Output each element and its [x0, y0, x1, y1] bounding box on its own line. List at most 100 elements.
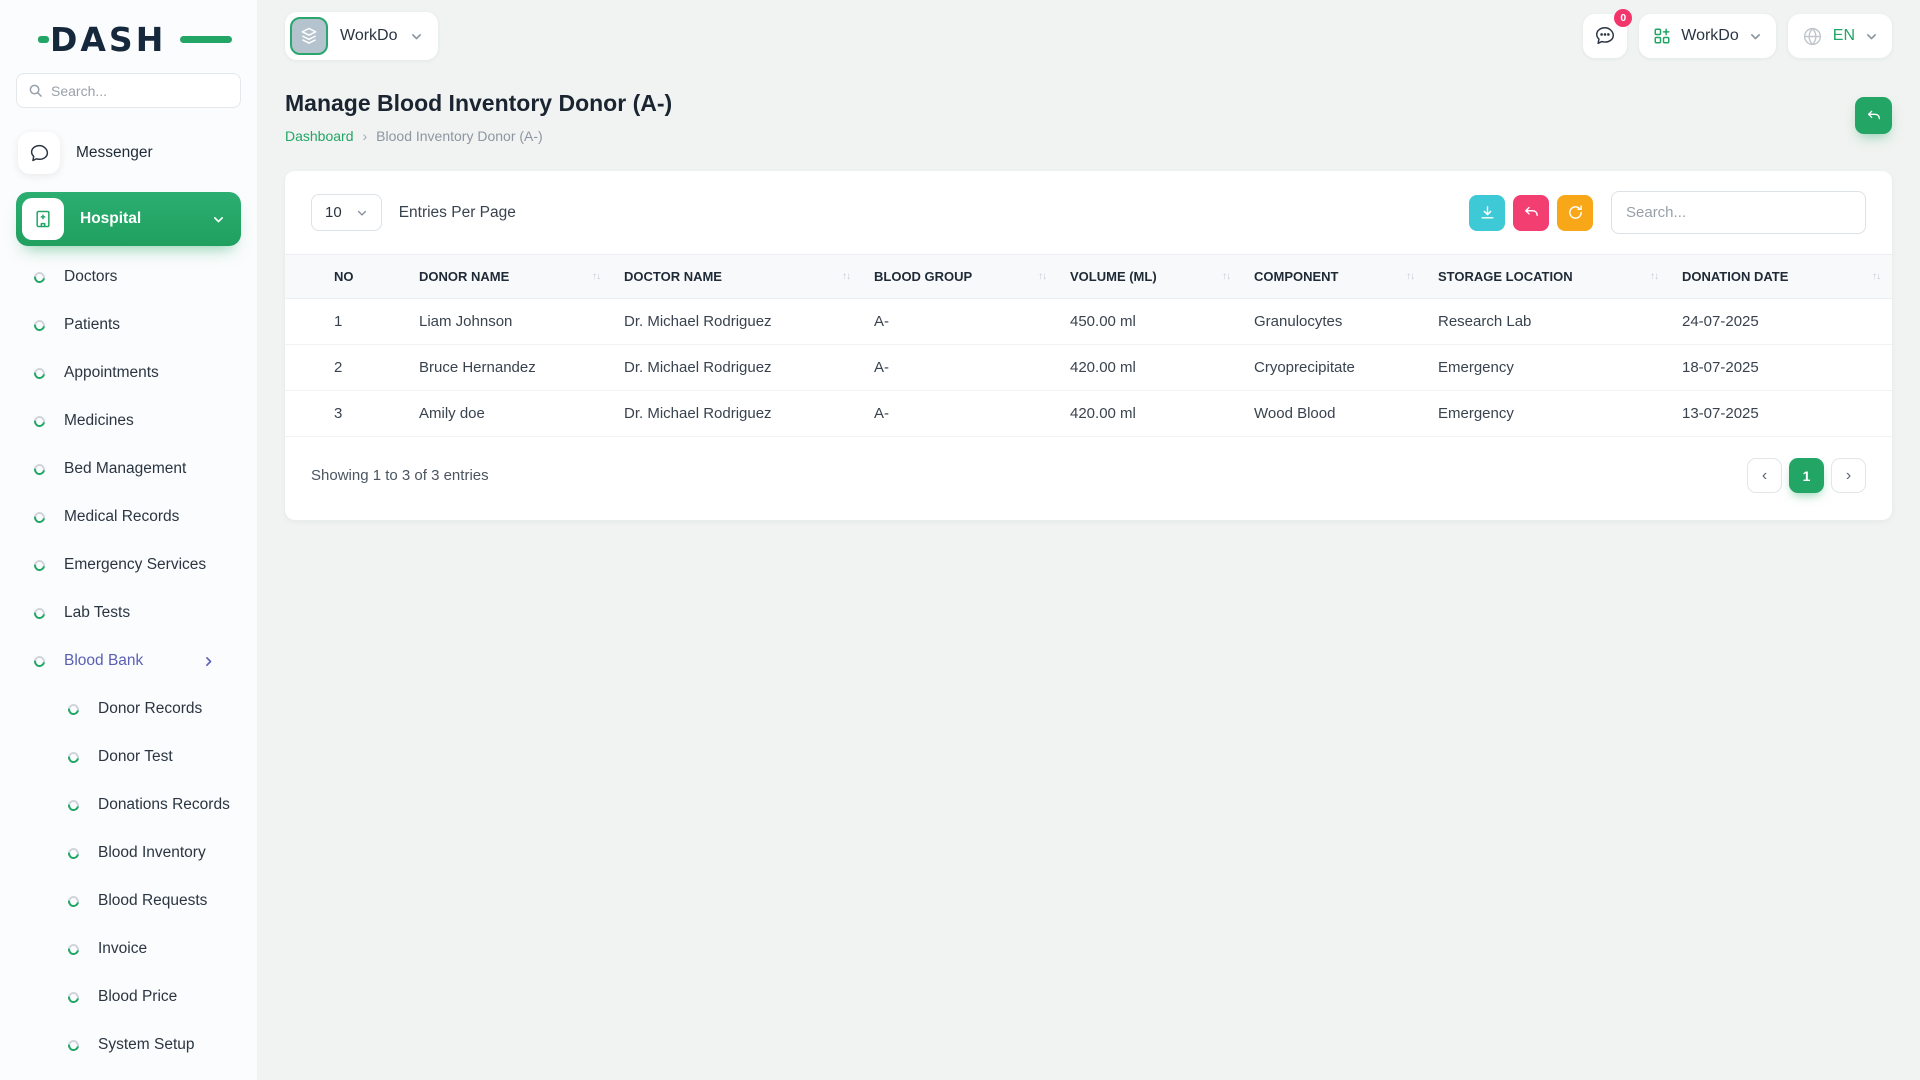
sidebar-item-blood-price[interactable]: Blood Price	[16, 973, 241, 1021]
entries-select[interactable]: 10	[311, 194, 382, 231]
table-search-input[interactable]	[1611, 191, 1866, 234]
sort-icon[interactable]: ↑↓	[1650, 271, 1659, 282]
sidebar-item-doctors[interactable]: Doctors	[16, 253, 241, 301]
sidebar-item-donations-records[interactable]: Donations Records	[16, 781, 241, 829]
bullet-ring-icon	[31, 269, 48, 285]
column-header-no[interactable]: NO	[285, 254, 407, 299]
workspace-name: WorkDo	[340, 27, 398, 44]
bullet-ring-icon	[65, 701, 82, 717]
sort-icon[interactable]: ↑↓	[1222, 271, 1231, 282]
cell-doctor-name: Dr. Michael Rodriguez	[612, 344, 862, 391]
sidebar-item-appointments[interactable]: Appointments	[16, 349, 241, 397]
breadcrumb-current: Blood Inventory Donor (A-)	[376, 128, 543, 144]
cell-component: Wood Blood	[1242, 390, 1426, 437]
sidebar-item-invoice[interactable]: Invoice	[16, 925, 241, 973]
column-header-donation-date[interactable]: DONATION DATE ↑↓	[1670, 254, 1892, 299]
column-label: COMPONENT	[1254, 269, 1339, 284]
sidebar-menu: Messenger Hospital Doctors Patients Appo…	[16, 125, 241, 1080]
sidebar-item-label: Donations Records	[98, 796, 230, 813]
sidebar-search-input[interactable]	[51, 82, 229, 99]
chevron-down-icon	[1749, 30, 1762, 43]
chevron-down-icon	[1865, 30, 1878, 43]
cell-donation-date: 13-07-2025	[1670, 390, 1892, 437]
logo-accent-dash	[38, 36, 49, 43]
blood-inventory-table: NO DONOR NAME ↑↓ DOCTOR NAME ↑↓ BLOOD GROU…	[285, 254, 1892, 437]
sidebar-item-blood-bank[interactable]: Blood Bank	[16, 637, 241, 685]
column-header-storage-location[interactable]: STORAGE LOCATION ↑↓	[1426, 254, 1670, 299]
messages-button[interactable]: 0	[1583, 9, 1633, 58]
sidebar-item-lab-tests[interactable]: Lab Tests	[16, 589, 241, 637]
table-row: 1 Liam Johnson Dr. Michael Rodriguez A- …	[285, 298, 1892, 345]
column-label: VOLUME (ML)	[1070, 269, 1157, 284]
breadcrumb-dashboard-link[interactable]: Dashboard	[285, 128, 354, 144]
cell-donor-name: Liam Johnson	[407, 298, 612, 345]
column-header-doctor-name[interactable]: DOCTOR NAME ↑↓	[612, 254, 862, 299]
brand-logo[interactable]: DASH	[38, 18, 232, 60]
pagination-prev-button[interactable]: ‹	[1747, 458, 1782, 493]
sidebar-item-surgery[interactable]: Surgery	[16, 1069, 241, 1080]
sidebar-item-medical-records[interactable]: Medical Records	[16, 493, 241, 541]
column-header-volume[interactable]: VOLUME (ML) ↑↓	[1058, 254, 1242, 299]
sort-icon[interactable]: ↑↓	[1872, 271, 1881, 282]
sidebar-item-label: System Setup	[98, 1036, 195, 1053]
table-toolbar: 10 Entries Per Page	[285, 171, 1892, 254]
entries-label: Entries Per Page	[398, 203, 516, 221]
pagination-next-button[interactable]: ›	[1831, 458, 1866, 493]
refresh-button[interactable]	[1557, 194, 1593, 231]
sidebar-item-blood-inventory[interactable]: Blood Inventory	[16, 829, 241, 877]
sort-icon[interactable]: ↑↓	[842, 271, 851, 282]
sidebar-item-bed-management[interactable]: Bed Management	[16, 445, 241, 493]
sidebar-item-label: Blood Requests	[98, 892, 208, 909]
cell-blood-group: A-	[862, 298, 1058, 345]
sidebar-item-hospital[interactable]: Hospital	[16, 192, 241, 246]
column-header-component[interactable]: COMPONENT ↑↓	[1242, 254, 1426, 299]
sidebar-search[interactable]	[16, 73, 241, 108]
sidebar-item-label: Medicines	[64, 412, 134, 429]
apps-menu[interactable]: WorkDo	[1639, 14, 1776, 58]
sidebar-item-emergency-services[interactable]: Emergency Services	[16, 541, 241, 589]
pagination-page-1-button[interactable]: 1	[1789, 458, 1824, 493]
sort-icon[interactable]: ↑↓	[1038, 271, 1047, 282]
sidebar-item-label: Donor Records	[98, 700, 203, 717]
undo-arrow-icon	[1523, 204, 1540, 221]
export-button[interactable]	[1469, 194, 1505, 231]
hospital-submenu: Doctors Patients Appointments Medicines …	[16, 253, 241, 1080]
cell-donation-date: 18-07-2025	[1670, 344, 1892, 391]
sidebar-item-medicines[interactable]: Medicines	[16, 397, 241, 445]
cell-volume: 450.00 ml	[1058, 298, 1242, 345]
sidebar-item-donor-records[interactable]: Donor Records	[16, 685, 241, 733]
column-label: DONOR NAME	[419, 269, 510, 284]
chevron-down-icon	[212, 213, 225, 226]
bullet-ring-icon	[31, 557, 48, 573]
back-button[interactable]	[1855, 97, 1892, 134]
language-picker[interactable]: EN	[1787, 14, 1892, 58]
sort-icon[interactable]: ↑↓	[1406, 271, 1415, 282]
hospital-building-icon	[22, 198, 64, 240]
column-header-blood-group[interactable]: BLOOD GROUP ↑↓	[862, 254, 1058, 299]
search-icon	[28, 83, 43, 98]
table-row: 2 Bruce Hernandez Dr. Michael Rodriguez …	[285, 344, 1892, 391]
logo-accent-bar	[180, 36, 232, 43]
cell-no: 1	[285, 298, 407, 345]
cell-no: 2	[285, 344, 407, 391]
sort-icon[interactable]: ↑↓	[592, 271, 601, 282]
workspace-switcher[interactable]: WorkDo	[285, 12, 438, 60]
cell-storage-location: Research Lab	[1426, 298, 1670, 345]
sidebar-item-patients[interactable]: Patients	[16, 301, 241, 349]
sidebar-item-system-setup[interactable]: System Setup	[16, 1021, 241, 1069]
reset-button[interactable]	[1513, 194, 1549, 231]
column-label: STORAGE LOCATION	[1438, 269, 1573, 284]
column-header-donor-name[interactable]: DONOR NAME ↑↓	[407, 254, 612, 299]
sidebar-item-messenger[interactable]: Messenger	[16, 125, 241, 181]
sidebar-item-label: Blood Price	[98, 988, 178, 1005]
pagination: ‹ 1 ›	[1747, 458, 1866, 493]
sidebar-item-donor-test[interactable]: Donor Test	[16, 733, 241, 781]
sidebar-item-label: Messenger	[76, 144, 153, 161]
page-title: Manage Blood Inventory Donor (A-)	[285, 90, 673, 116]
sidebar-item-label: Invoice	[98, 940, 148, 957]
sidebar-item-label: Doctors	[64, 268, 118, 285]
bullet-ring-icon	[31, 461, 48, 477]
data-table-card: 10 Entries Per Page Search... NO DONOR N…	[285, 171, 1892, 520]
back-arrow-icon	[1866, 108, 1882, 124]
sidebar-item-blood-requests[interactable]: Blood Requests	[16, 877, 241, 925]
